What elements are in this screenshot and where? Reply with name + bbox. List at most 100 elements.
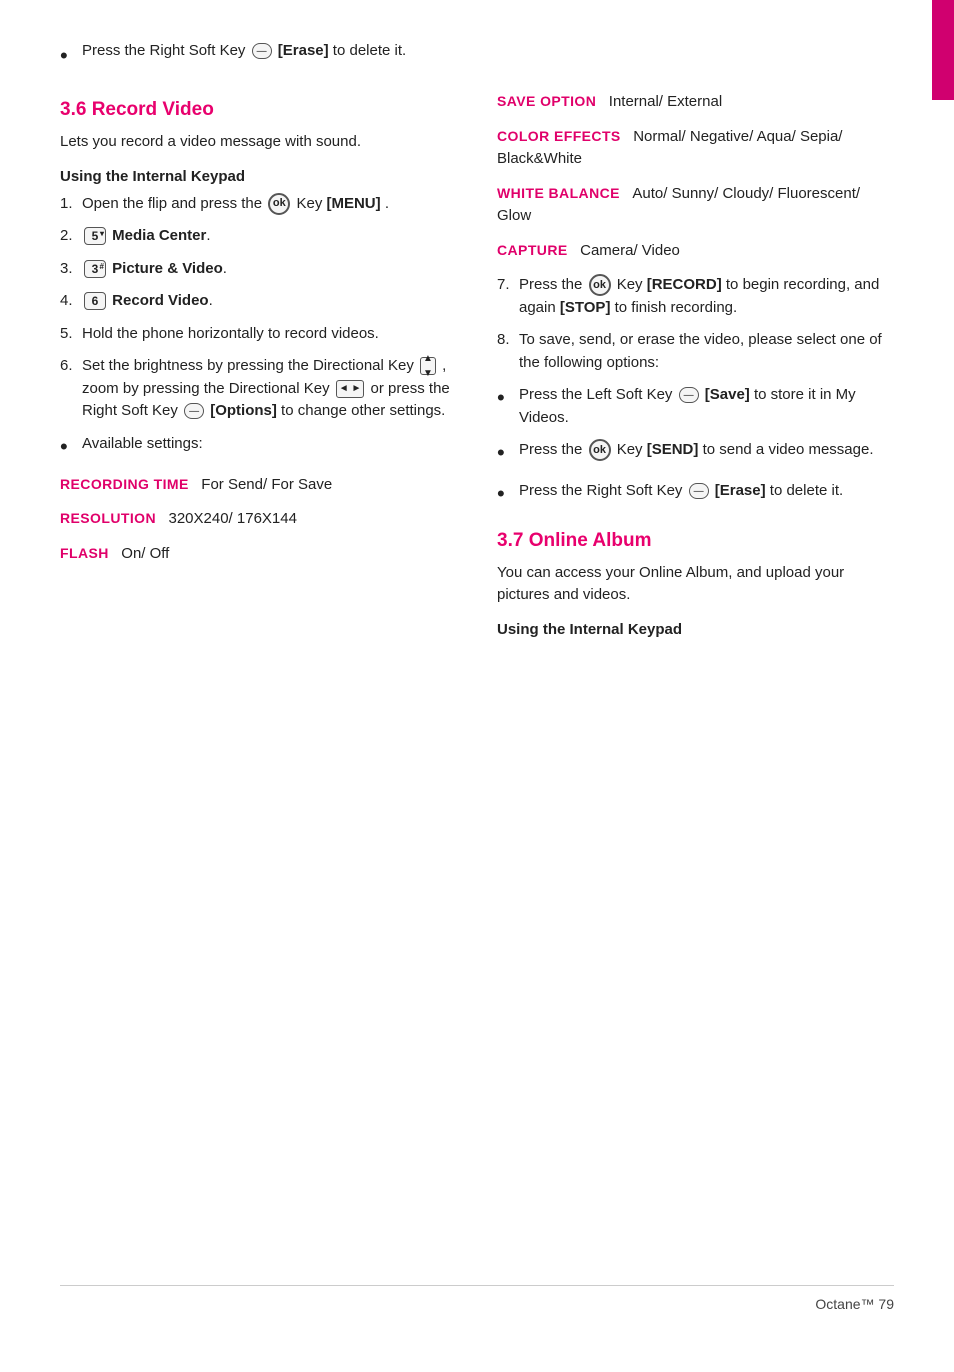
recording-time-label: RECORDING TIME: [60, 476, 189, 492]
top-bullet-content: Press the Right Soft Key — [Erase] to de…: [82, 40, 894, 63]
footer: Octane™ 79: [60, 1285, 894, 1312]
section-37-intro: You can access your Online Album, and up…: [497, 562, 894, 607]
setting-white-balance: WHITE BALANCE Auto/ Sunny/ Cloudy/ Fluor…: [497, 183, 894, 228]
steps-list: 1. Open the flip and press the ok Key [M…: [60, 193, 457, 423]
step-7-bold2: [STOP]: [560, 299, 611, 316]
ok-key-icon: ok: [268, 193, 290, 215]
capture-value: Camera/ Video: [572, 242, 680, 259]
step-6: 6. Set the brightness by pressing the Di…: [60, 355, 457, 423]
bullet-erase-right: • Press the Right Soft Key — [Erase] to …: [497, 480, 894, 511]
bullet-send-text1: Press the: [519, 441, 587, 458]
bullet-send-bold: [SEND]: [647, 441, 699, 458]
capture-label: CAPTURE: [497, 242, 568, 258]
right-steps-list: 7. Press the ok Key [RECORD] to begin re…: [497, 274, 894, 374]
right-bullet-list: • Press the Left Soft Key — [Save] to st…: [497, 384, 894, 511]
bullet-save-text1: Press the Left Soft Key: [519, 386, 677, 403]
white-balance-label: WHITE BALANCE: [497, 185, 620, 201]
step-3-num: 3.: [60, 258, 82, 281]
bullet-send-text2: Key: [617, 441, 647, 458]
resolution-label: RESOLUTION: [60, 510, 156, 526]
step-6-text1: Set the brightness by pressing the Direc…: [82, 357, 418, 374]
footer-text: Octane™ 79: [815, 1296, 894, 1312]
section-36-intro: Lets you record a video message with sou…: [60, 131, 457, 154]
step-7-num: 7.: [497, 274, 519, 297]
available-settings-text: Available settings:: [82, 433, 203, 456]
step-4-content: 6 Record Video.: [82, 290, 457, 313]
ok-key-record-icon: ok: [589, 274, 611, 296]
step-1-text2: Key: [296, 195, 326, 212]
bullet-erase-text2: [Erase] to delete it.: [715, 482, 843, 499]
step-2: 2. 5▾ Media Center.: [60, 225, 457, 248]
resolution-value: 320X240/ 176X144: [160, 510, 297, 527]
bullet-dot-settings: •: [60, 429, 74, 464]
step-2-num: 2.: [60, 225, 82, 248]
section-36-heading: 3.6 Record Video: [60, 99, 457, 121]
step-1-text1: Open the flip and press the: [82, 195, 266, 212]
step-8-num: 8.: [497, 329, 519, 352]
erase-bold: [Erase]: [278, 42, 329, 59]
flash-value: On/ Off: [113, 545, 169, 562]
key-3-sup: #: [100, 261, 104, 273]
step-8-content: To save, send, or erase the video, pleas…: [519, 329, 894, 374]
top-bullet-text3: to delete it.: [333, 42, 406, 59]
available-settings-list: • Available settings:: [60, 433, 457, 464]
step-6-bold: [Options] to change other settings.: [210, 402, 445, 419]
step-5-num: 5.: [60, 323, 82, 346]
step-8: 8. To save, send, or erase the video, pl…: [497, 329, 894, 374]
step-7: 7. Press the ok Key [RECORD] to begin re…: [497, 274, 894, 319]
right-soft-key-erase-icon: —: [689, 483, 709, 499]
step-7-bold1: [RECORD]: [647, 276, 722, 293]
step-4-text: Record Video.: [112, 292, 213, 309]
save-option-label: SAVE OPTION: [497, 93, 596, 109]
section-37-subheading: Using the Internal Keypad: [497, 621, 894, 638]
step-2-content: 5▾ Media Center.: [82, 225, 457, 248]
step-4: 4. 6 Record Video.: [60, 290, 457, 313]
available-settings-item: • Available settings:: [60, 433, 457, 464]
key-5-icon: 5▾: [84, 227, 106, 245]
step-1-content: Open the flip and press the ok Key [MENU…: [82, 193, 457, 216]
bullet-dot: •: [60, 38, 74, 73]
top-bullet-text1: Press the Right Soft Key: [82, 42, 245, 59]
step-1-num: 1.: [60, 193, 82, 216]
bullet-dot-erase: •: [497, 476, 511, 511]
bullet-dot-send: •: [497, 435, 511, 470]
two-column-layout: 3.6 Record Video Lets you record a video…: [60, 91, 894, 1285]
step-3-text: Picture & Video.: [112, 260, 227, 277]
page-container: • Press the Right Soft Key — [Erase] to …: [0, 0, 954, 1372]
bullet-send-content: Press the ok Key [SEND] to send a video …: [519, 439, 894, 462]
section-37-heading: 3.7 Online Album: [497, 530, 894, 552]
soft-key-options-icon: —: [184, 403, 204, 419]
section-36-subheading: Using the Internal Keypad: [60, 168, 457, 185]
step-5: 5. Hold the phone horizontally to record…: [60, 323, 457, 346]
key-6-icon: 6: [84, 292, 106, 310]
step-2-text: Media Center.: [112, 227, 210, 244]
setting-recording-time: RECORDING TIME For Send/ For Save: [60, 474, 457, 497]
step-7-text1: Press the: [519, 276, 587, 293]
bullet-erase-content: Press the Right Soft Key — [Erase] to de…: [519, 480, 894, 503]
setting-capture: CAPTURE Camera/ Video: [497, 240, 894, 263]
setting-resolution: RESOLUTION 320X240/ 176X144: [60, 508, 457, 531]
step-7-text2: Key: [617, 276, 647, 293]
setting-flash: FLASH On/ Off: [60, 543, 457, 566]
step-5-content: Hold the phone horizontally to record vi…: [82, 323, 457, 346]
step-1-bold: [MENU]: [326, 195, 380, 212]
setting-color-effects: COLOR EFFECTS Normal/ Negative/ Aqua/ Se…: [497, 126, 894, 171]
step-3-content: 3# Picture & Video.: [82, 258, 457, 281]
step-6-num: 6.: [60, 355, 82, 378]
color-effects-label: COLOR EFFECTS: [497, 128, 621, 144]
dir-leftright-icon: ◄ ►: [336, 380, 365, 398]
right-soft-key-icon: —: [252, 43, 272, 59]
left-column: 3.6 Record Video Lets you record a video…: [60, 91, 457, 1285]
bullet-save: • Press the Left Soft Key — [Save] to st…: [497, 384, 894, 429]
step-3: 3. 3# Picture & Video.: [60, 258, 457, 281]
right-column: SAVE OPTION Internal/ External COLOR EFF…: [497, 91, 894, 1285]
ok-key-send-icon: ok: [589, 439, 611, 461]
bullet-send: • Press the ok Key [SEND] to send a vide…: [497, 439, 894, 470]
recording-time-value: For Send/ For Save: [193, 476, 332, 493]
step-7-content: Press the ok Key [RECORD] to begin recor…: [519, 274, 894, 319]
step-6-content: Set the brightness by pressing the Direc…: [82, 355, 457, 423]
setting-save-option: SAVE OPTION Internal/ External: [497, 91, 894, 114]
save-option-value: Internal/ External: [600, 93, 722, 110]
bullet-dot-save: •: [497, 380, 511, 415]
pink-tab: [932, 0, 954, 100]
